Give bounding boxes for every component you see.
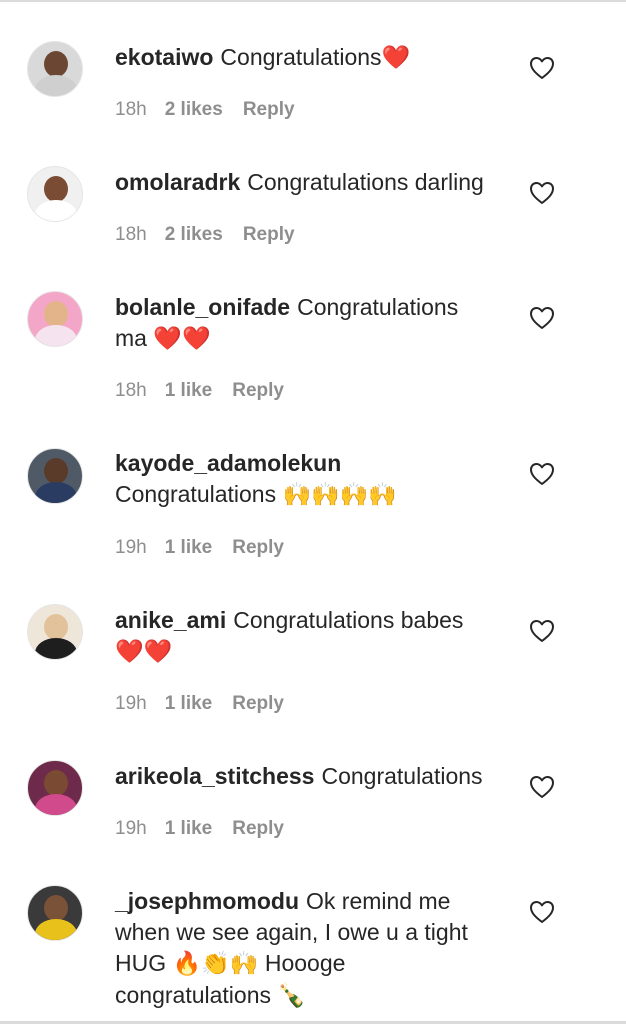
comment-likes[interactable]: 1 like xyxy=(165,537,213,558)
raised-hands-emoji: 🙌🙌🙌🙌 xyxy=(282,482,398,508)
comment-username[interactable]: bolanle_onifade xyxy=(115,294,290,320)
avatar[interactable] xyxy=(27,166,83,222)
avatar[interactable] xyxy=(27,41,83,97)
comment-time: 19h xyxy=(115,693,147,714)
reply-button[interactable]: Reply xyxy=(243,224,295,245)
comment-body: Congratulations xyxy=(220,44,382,70)
comment-likes[interactable]: 2 likes xyxy=(165,99,223,120)
avatar[interactable] xyxy=(27,760,83,816)
fire-clap-hands-emoji: 🔥👏🙌 xyxy=(172,951,259,977)
comment-text: anike_ami Congratulations babes ❤️❤️ xyxy=(115,605,485,668)
comment-username[interactable]: ekotaiwo xyxy=(115,44,213,70)
avatar[interactable] xyxy=(27,885,83,941)
comment-text: _josephmomodu Ok remind me when we see ag… xyxy=(115,886,500,1012)
reply-button[interactable]: Reply xyxy=(232,818,284,839)
avatar[interactable] xyxy=(27,604,83,660)
reply-button[interactable]: Reply xyxy=(232,537,284,558)
comment-likes[interactable]: 2 likes xyxy=(165,224,223,245)
comment-meta: 19h 1 like Reply xyxy=(115,537,284,559)
like-heart-icon[interactable] xyxy=(529,619,555,643)
avatar[interactable] xyxy=(27,448,83,504)
top-divider xyxy=(0,0,626,2)
like-heart-icon[interactable] xyxy=(529,306,555,330)
like-heart-icon[interactable] xyxy=(529,775,555,799)
like-heart-icon[interactable] xyxy=(529,462,555,486)
heart-emoji: ❤️❤️ xyxy=(115,639,173,665)
comment-meta: 18h 2 likes Reply xyxy=(115,99,295,121)
avatar[interactable] xyxy=(27,291,83,347)
comment-text: kayode_adamolekun Congratulations 🙌🙌🙌🙌 xyxy=(115,448,445,511)
comment-likes[interactable]: 1 like xyxy=(165,380,213,401)
comment-body: Congratulations babes xyxy=(233,607,464,633)
champagne-emoji: 🍾 xyxy=(277,983,307,1009)
comment-meta: 18h 2 likes Reply xyxy=(115,224,295,246)
comment-body: Congratulations xyxy=(115,481,277,507)
comment-username[interactable]: omolaradrk xyxy=(115,169,240,195)
comment-likes[interactable]: 1 like xyxy=(165,818,213,839)
comment-text: ekotaiwo Congratulations❤️ xyxy=(115,42,510,74)
comment-meta: 19h 1 like Reply xyxy=(115,818,284,840)
heart-emoji: ❤️❤️ xyxy=(153,326,211,352)
reply-button[interactable]: Reply xyxy=(243,99,295,120)
comment-username[interactable]: kayode_adamolekun xyxy=(115,450,341,476)
comment-time: 18h xyxy=(115,99,147,120)
comment-username[interactable]: anike_ami xyxy=(115,607,226,633)
like-heart-icon[interactable] xyxy=(529,900,555,924)
heart-emoji: ❤️ xyxy=(381,45,411,71)
comment-meta: 19h 1 like Reply xyxy=(115,693,284,715)
comment-text: omolaradrk Congratulations darling xyxy=(115,167,510,198)
reply-button[interactable]: Reply xyxy=(232,380,284,401)
comment-meta: 18h 1 like Reply xyxy=(115,380,284,402)
comment-likes[interactable]: 1 like xyxy=(165,693,213,714)
comment-time: 19h xyxy=(115,818,147,839)
reply-button[interactable]: Reply xyxy=(232,693,284,714)
comment-text: arikeola_stitchess Congratulations xyxy=(115,761,510,792)
comment-body: Congratulations xyxy=(321,763,483,789)
comment-body: Congratulations darling xyxy=(247,169,484,195)
comment-time: 18h xyxy=(115,380,147,401)
comment-username[interactable]: arikeola_stitchess xyxy=(115,763,314,789)
like-heart-icon[interactable] xyxy=(529,56,555,80)
comment-time: 18h xyxy=(115,224,147,245)
comment-text: bolanle_onifade Congratulations ma ❤️❤️ xyxy=(115,292,475,355)
like-heart-icon[interactable] xyxy=(529,181,555,205)
comment-time: 19h xyxy=(115,537,147,558)
comment-username[interactable]: _josephmomodu xyxy=(115,888,299,914)
